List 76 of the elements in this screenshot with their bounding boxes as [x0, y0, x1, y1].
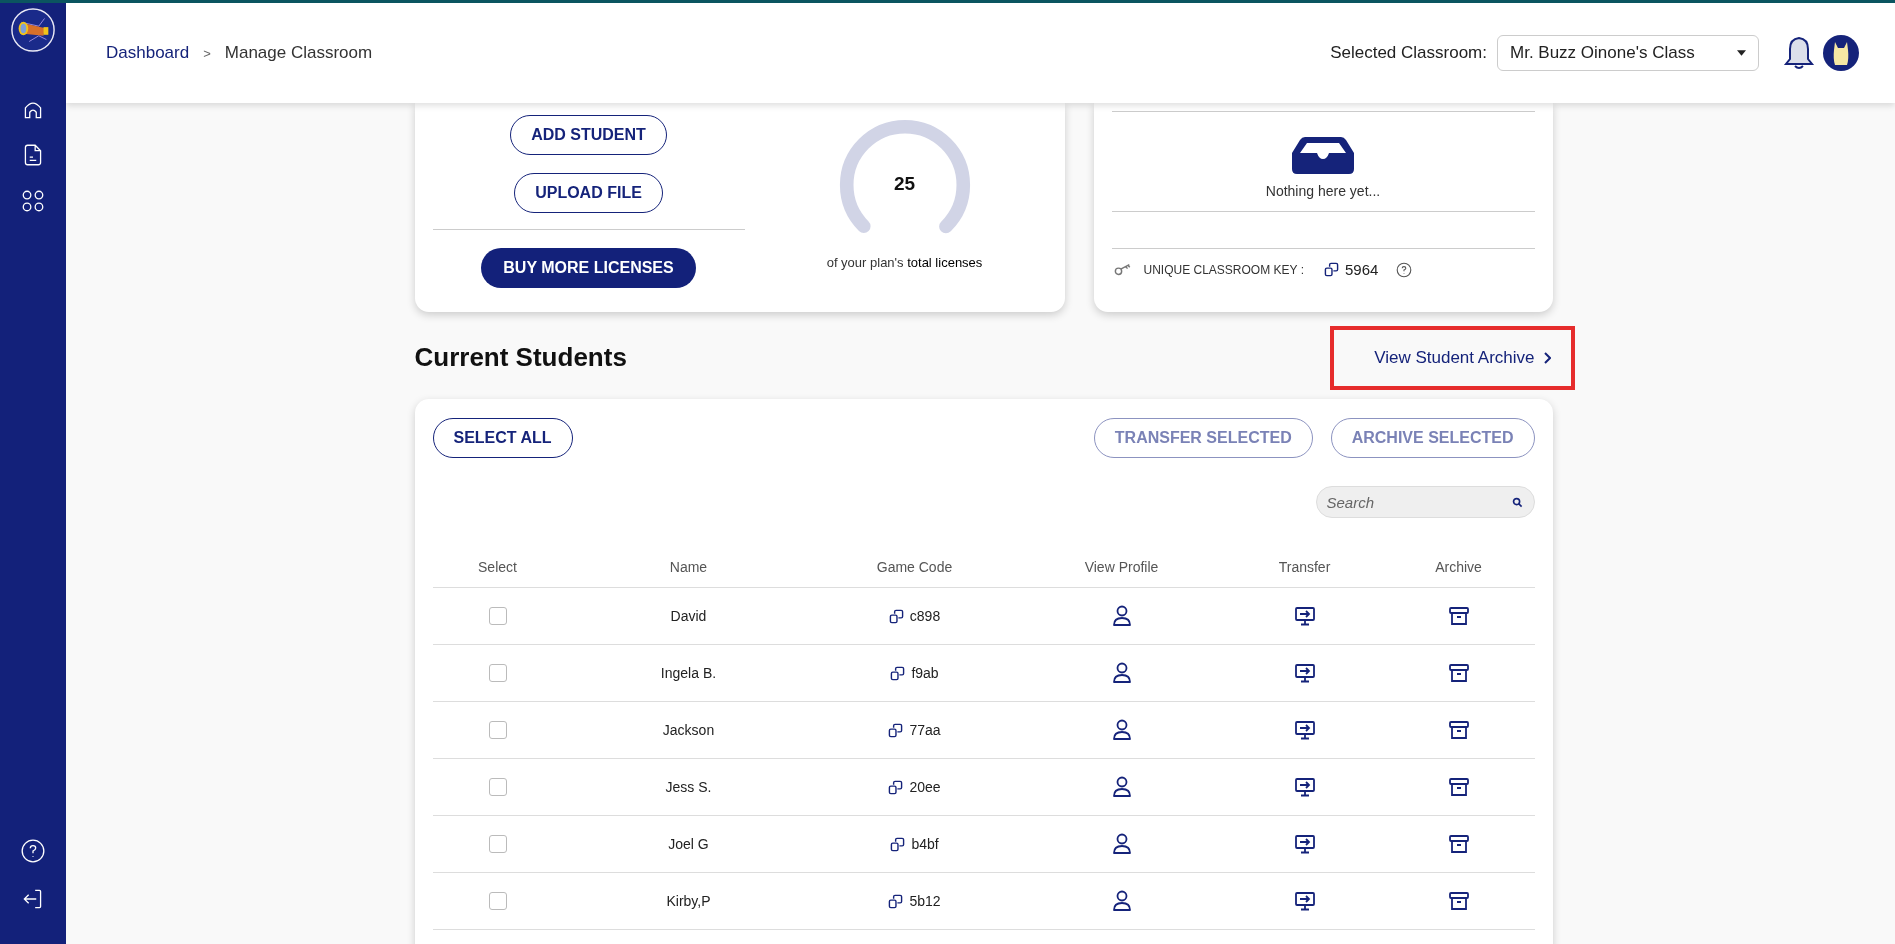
row-checkbox[interactable] — [488, 607, 507, 625]
copy-icon[interactable] — [888, 779, 904, 795]
copy-icon[interactable] — [890, 836, 906, 852]
transfer-icon[interactable] — [1293, 662, 1316, 684]
copy-icon[interactable] — [888, 722, 904, 738]
row-checkbox[interactable] — [488, 892, 507, 910]
breadcrumb-separator: > — [203, 45, 211, 61]
profile-icon[interactable] — [1110, 890, 1133, 912]
license-caption: of your plan's total licenses — [826, 255, 983, 270]
license-count: 25 — [892, 173, 917, 195]
archive-box-icon[interactable] — [1447, 605, 1470, 627]
roster-action-button[interactable]: ADD STUDENT — [510, 115, 667, 155]
profile-icon[interactable] — [1110, 833, 1133, 855]
search-field[interactable]: Search — [1315, 486, 1535, 518]
column-header: Game Code — [875, 559, 954, 575]
roster-action-button[interactable]: UPLOAD FILE — [514, 173, 663, 213]
student-name: David — [670, 608, 707, 624]
copy-icon[interactable] — [890, 665, 906, 681]
classroom-key: 5964 — [1345, 261, 1379, 278]
archive-box-icon[interactable] — [1447, 776, 1470, 798]
row-checkbox[interactable] — [488, 664, 507, 682]
row-checkbox[interactable] — [488, 778, 507, 796]
avatar-icon[interactable] — [1823, 35, 1859, 71]
transfer-icon[interactable] — [1293, 719, 1316, 741]
search-icon[interactable] — [1511, 496, 1523, 508]
chevron-icon[interactable] — [1542, 351, 1551, 364]
breadcrumb-link[interactable]: Dashboard — [106, 43, 190, 63]
game-code: 5b12 — [909, 893, 941, 909]
archive-box-icon[interactable] — [1447, 833, 1470, 855]
column-header: Select — [477, 559, 518, 575]
column-header: Transfer — [1277, 559, 1332, 575]
classroom-key-label: UNIQUE CLASSROOM KEY : — [1143, 262, 1304, 277]
classroom-label: Selected Classroom: — [1330, 43, 1487, 63]
key-icon — [1113, 263, 1132, 276]
game-code: 20ee — [909, 779, 941, 795]
column-header: View Profile — [1083, 559, 1160, 575]
buy-licenses-button[interactable]: BUY MORE LICENSES — [481, 248, 696, 288]
row-checkbox[interactable] — [488, 721, 507, 739]
column-header: Name — [668, 559, 709, 575]
transfer-icon[interactable] — [1293, 776, 1316, 798]
classroom-dropdown[interactable]: Mr. Buzz Oinone's Class — [1497, 35, 1759, 71]
game-code: 77aa — [909, 722, 941, 738]
profile-icon[interactable] — [1110, 605, 1133, 627]
empty-message: Nothing here yet... — [1265, 183, 1381, 199]
game-code: c898 — [909, 608, 941, 624]
student-name: Jackson — [662, 722, 715, 738]
column-header: Archive — [1434, 559, 1483, 575]
archive-box-icon[interactable] — [1447, 719, 1470, 741]
student-archive-link[interactable]: View Student Archive — [1374, 347, 1551, 368]
student-name: Ingela B. — [660, 665, 717, 681]
student-name: Jess S. — [665, 779, 712, 795]
notification-bell-icon[interactable] — [1783, 35, 1815, 71]
section-title: Current Students — [414, 342, 627, 373]
empty-tray-icon — [1291, 135, 1355, 175]
transfer-icon[interactable] — [1293, 890, 1316, 912]
row-checkbox[interactable] — [488, 835, 507, 853]
copy-icon[interactable] — [1324, 262, 1339, 277]
game-code: b4bf — [911, 836, 939, 852]
transfer-icon[interactable] — [1293, 833, 1316, 855]
transfer-icon[interactable] — [1293, 605, 1316, 627]
telescope-logo[interactable] — [10, 7, 56, 53]
game-code: f9ab — [911, 665, 939, 681]
copy-icon[interactable] — [888, 608, 904, 624]
student-name: Joel G — [668, 836, 709, 852]
archive-box-icon[interactable] — [1447, 890, 1470, 912]
copy-icon[interactable] — [888, 893, 904, 909]
apps-grid-icon[interactable] — [20, 188, 46, 214]
archive-box-icon[interactable] — [1447, 662, 1470, 684]
student-name: Kirby,P — [666, 893, 711, 909]
caret-icon[interactable] — [1737, 50, 1746, 56]
breadcrumb-current: Manage Classroom — [224, 43, 373, 63]
profile-icon[interactable] — [1110, 719, 1133, 741]
profile-icon[interactable] — [1110, 662, 1133, 684]
help-icon[interactable] — [1396, 261, 1413, 278]
profile-icon[interactable] — [1110, 776, 1133, 798]
select-all-button[interactable]: SELECT ALL — [432, 418, 573, 458]
